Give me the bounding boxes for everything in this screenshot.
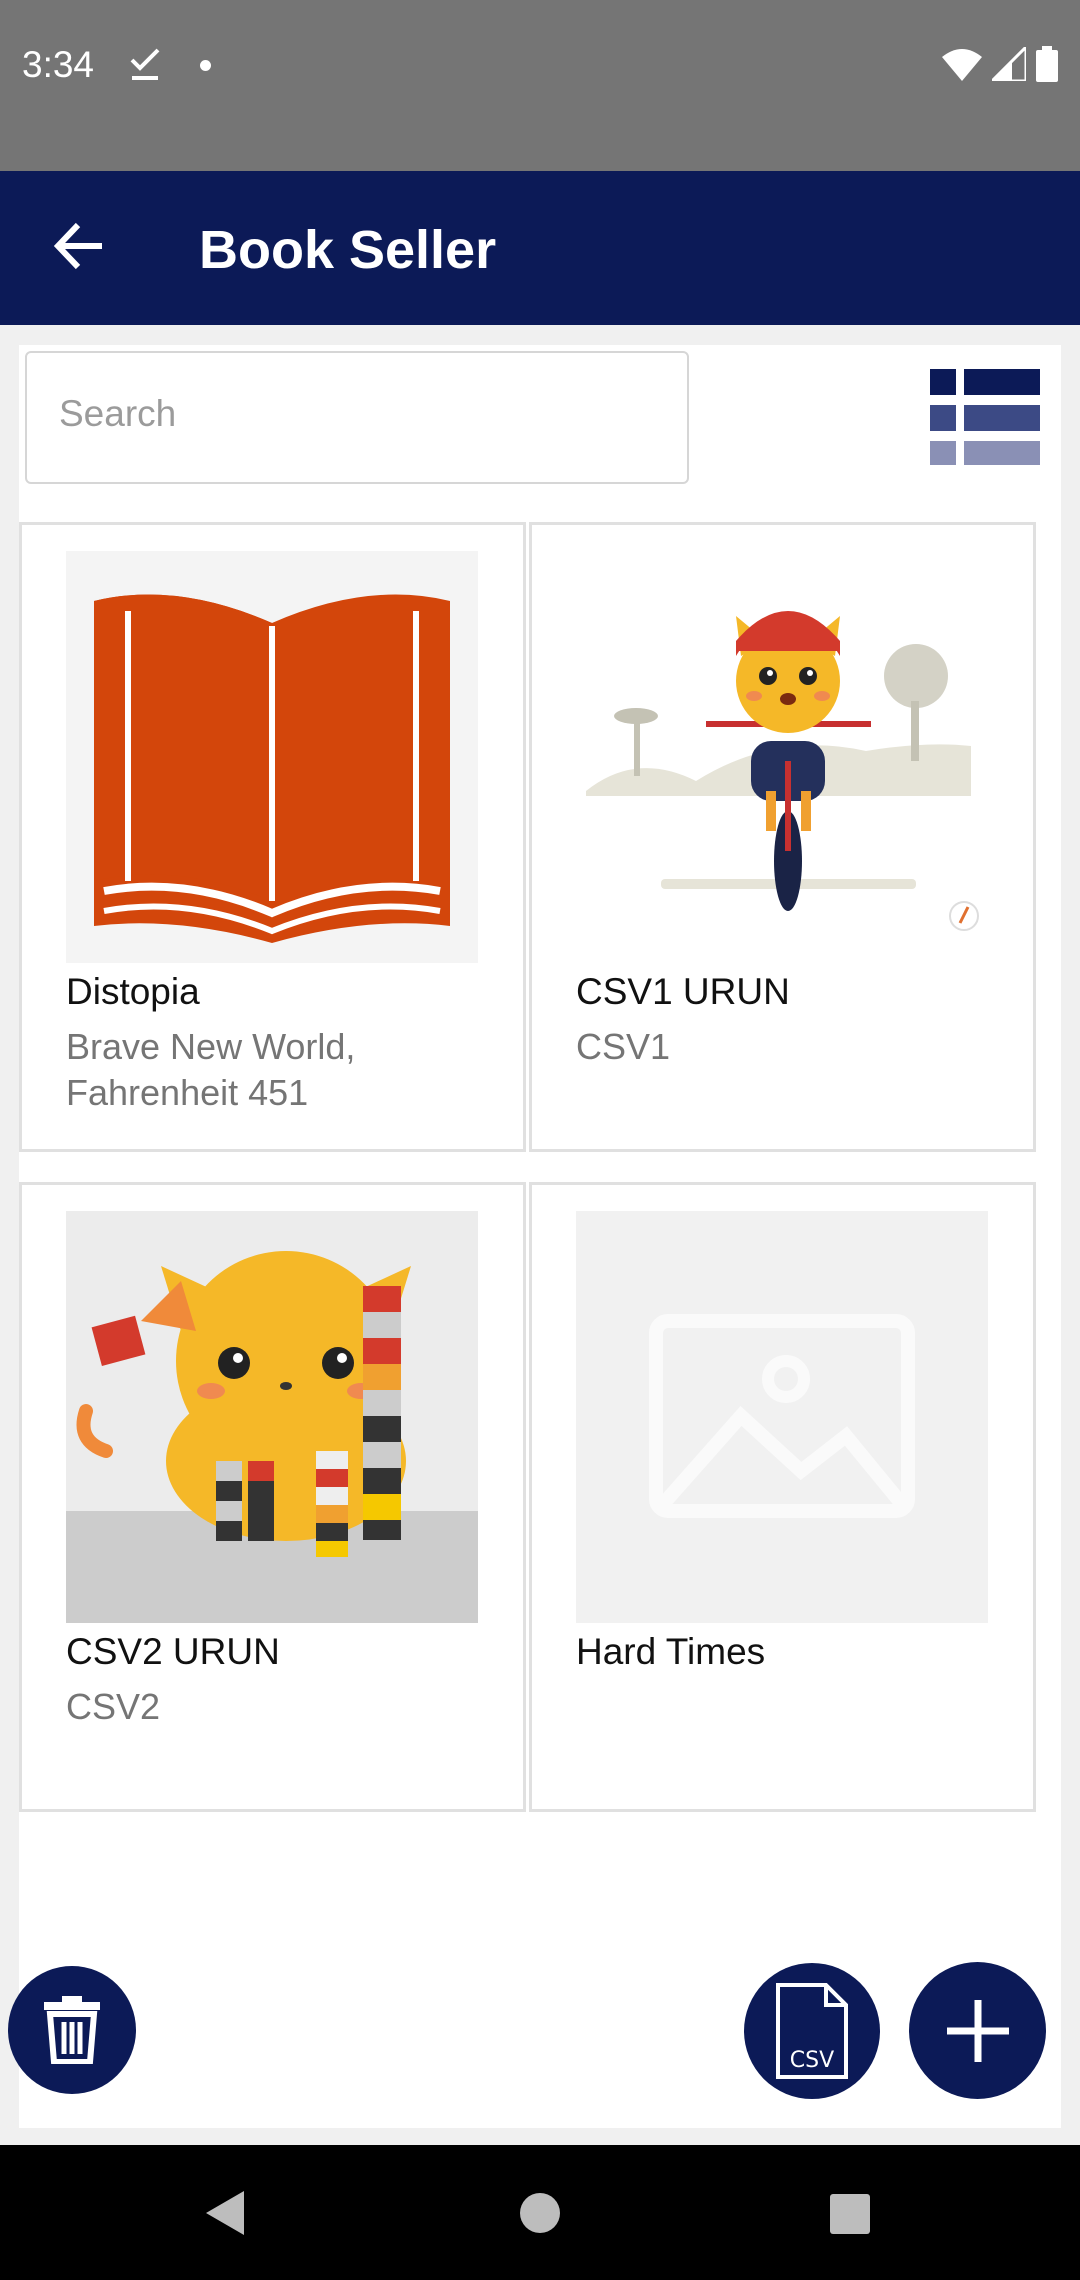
- cat-with-blocks-image: [66, 1211, 478, 1623]
- csv-file-icon: CSV: [776, 1983, 848, 2079]
- import-csv-button[interactable]: CSV: [744, 1963, 880, 2099]
- status-time: 3:34: [22, 44, 95, 85]
- product-card[interactable]: Distopia Brave New World, Fahrenheit 451: [19, 522, 526, 1152]
- list-view-icon[interactable]: [930, 369, 1040, 469]
- product-card[interactable]: CSV1 URUN CSV1: [529, 522, 1036, 1152]
- cat-on-bicycle-image: [576, 551, 988, 963]
- signal-icon: [992, 47, 1026, 81]
- wifi-icon: [942, 49, 982, 81]
- product-name: Distopia: [66, 971, 200, 1012]
- trash-icon: [44, 1996, 100, 2064]
- product-name: Hard Times: [576, 1631, 766, 1672]
- home-circle-icon[interactable]: [519, 2192, 561, 2234]
- search-input[interactable]: Search: [25, 351, 689, 484]
- product-card[interactable]: CSV2 URUN CSV2: [19, 1182, 526, 1812]
- back-triangle-icon[interactable]: [204, 2189, 248, 2237]
- product-name: CSV2 URUN: [66, 1631, 280, 1672]
- check-notification-icon: [130, 48, 160, 80]
- page-title: Book Seller: [199, 220, 497, 280]
- delete-button[interactable]: [8, 1966, 136, 2094]
- back-arrow-icon[interactable]: [50, 216, 110, 276]
- plus-icon: [946, 1999, 1009, 2062]
- csv-label: CSV: [790, 2048, 834, 2073]
- navigation-bar: [0, 2145, 1080, 2280]
- dot-notification-icon: [200, 60, 211, 71]
- product-card[interactable]: Hard Times: [529, 1182, 1036, 1812]
- product-description: CSV1: [576, 1026, 671, 1067]
- product-description: CSV2: [66, 1686, 161, 1727]
- product-list-panel: Search Distopia Brave New World, Fahrenh…: [19, 345, 1061, 2128]
- add-product-button[interactable]: [909, 1962, 1046, 2099]
- open-book-image: [66, 551, 478, 963]
- product-description: Brave New World, Fahrenheit 451: [66, 1026, 356, 1113]
- app-bar: Book Seller: [0, 171, 1080, 325]
- image-placeholder: [576, 1211, 988, 1623]
- system-icons: [942, 46, 1058, 82]
- product-name: CSV1 URUN: [576, 971, 790, 1012]
- battery-icon: [1036, 46, 1058, 82]
- status-bar: 3:34: [0, 0, 1080, 171]
- recents-square-icon[interactable]: [829, 2193, 871, 2235]
- search-placeholder: Search: [59, 393, 177, 434]
